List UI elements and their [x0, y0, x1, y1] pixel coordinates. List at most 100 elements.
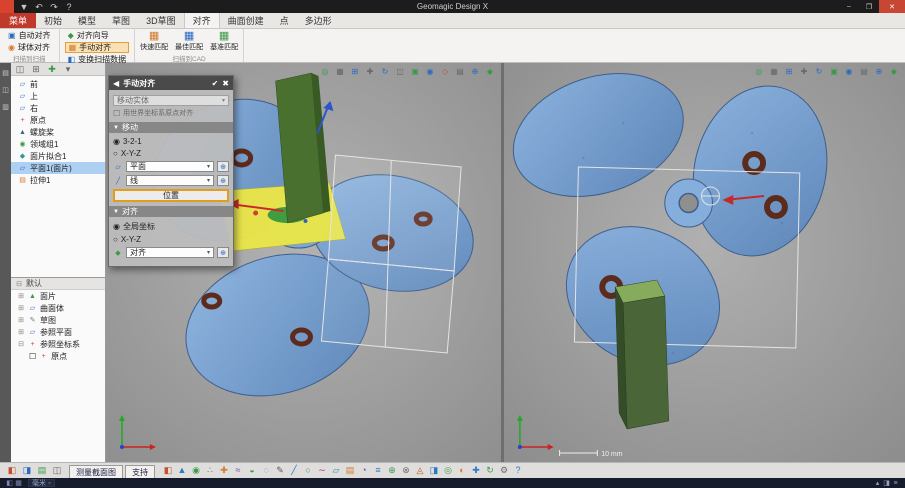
plane-select[interactable]: 平面▾ [126, 161, 214, 172]
snapshot-icon[interactable]: ◆ [484, 66, 496, 78]
layout-icon[interactable]: ▤ [454, 66, 466, 78]
viewport-left[interactable]: ◎▦⊞✚↻◫▣◉◇▤⊕◆ ◀ 手动对齐 ✔ ✖ 移动实体▾ ☐ 用世界坐标系原点… [106, 63, 504, 462]
zoom-fit-icon[interactable]: ⊞ [349, 66, 361, 78]
radio-321[interactable]: ◉ [113, 137, 120, 146]
pick-line-button[interactable]: ⊕ [217, 175, 229, 186]
auto-align-button[interactable]: ▣自动对齐 [5, 30, 54, 41]
align-entity-select[interactable]: 对齐▾ [126, 247, 214, 258]
layer-item-mesh[interactable]: ⊞▲面片 [11, 290, 105, 302]
status-info-icon[interactable]: ◧ [5, 479, 14, 488]
panel-toggle-icon[interactable]: ◨ [882, 479, 891, 488]
confirm-icon[interactable]: ✔ [212, 79, 219, 88]
back-icon[interactable]: ◀ [113, 79, 119, 88]
expand-up-icon[interactable]: ▴ [873, 479, 882, 488]
smooth-icon[interactable]: ≈ [232, 464, 244, 476]
layer-item-origin[interactable]: ☐+原点 [11, 350, 105, 362]
rotate-view-icon[interactable]: ↻ [379, 66, 391, 78]
surface-icon[interactable]: ▱ [330, 464, 342, 476]
shade-mode-icon[interactable]: ▣ [828, 66, 840, 78]
viewport-right[interactable]: 10 mm ◎▦⊞✚↻▣◉▤⊕◆ [504, 63, 905, 462]
spline-icon[interactable]: ∼ [316, 464, 328, 476]
grid-icon[interactable]: ▦ [768, 66, 780, 78]
deviation-icon[interactable]: ◨ [428, 464, 440, 476]
tab-measure-section-view[interactable]: 测量截面图 [69, 465, 123, 478]
target-icon[interactable]: ◉ [424, 66, 436, 78]
viewport2-canvas[interactable]: 10 mm [504, 63, 905, 462]
layer-item-surface-body[interactable]: ⊞▱曲面体 [11, 302, 105, 314]
reference-box-green[interactable] [615, 280, 669, 429]
sketch-icon[interactable]: ✎ [274, 464, 286, 476]
face-quality-icon[interactable]: ◧ [162, 464, 174, 476]
panel-add-icon[interactable]: ✚ [46, 63, 58, 75]
unit-select[interactable]: 毫米▾ [28, 479, 55, 487]
flag-icon[interactable]: ◇ [439, 66, 451, 78]
tree-item-region-group[interactable]: ◉领域组1 [11, 138, 105, 150]
revolve-icon[interactable]: ◔ [358, 464, 370, 476]
dock-tree-icon[interactable]: ▤ [0, 68, 12, 80]
dock-help-icon[interactable]: ▥ [0, 102, 12, 114]
align-wizard-button[interactable]: ◆对齐向导 [65, 30, 130, 41]
boundary-icon[interactable]: ◌ [260, 464, 272, 476]
manual-align-button[interactable]: ▦手动对齐 [65, 42, 130, 53]
add-view-icon[interactable]: ⊕ [873, 66, 885, 78]
cancel-icon[interactable]: ✖ [222, 79, 229, 88]
panel-expand-icon[interactable]: ⊞ [30, 63, 42, 75]
zoom-fit-icon[interactable]: ⊞ [783, 66, 795, 78]
camera-icon[interactable]: ◫ [51, 464, 63, 476]
note-icon[interactable]: ▤ [36, 464, 48, 476]
position-button[interactable]: 位置 [113, 189, 229, 202]
align-section-header[interactable]: ▼对齐 [109, 206, 233, 217]
tree-item-extrude1[interactable]: ▤拉伸1 [11, 174, 105, 186]
status-grid-icon[interactable]: ▦ [14, 479, 23, 488]
healing-icon[interactable]: ✚ [218, 464, 230, 476]
tree-item-mesh-fit[interactable]: ◆面片拟合1 [11, 150, 105, 162]
layout-icon[interactable]: ▤ [858, 66, 870, 78]
tree-item-origin[interactable]: +原点 [11, 114, 105, 126]
tab-alignment[interactable]: 对齐 [184, 12, 220, 28]
tab-support[interactable]: 支持 [125, 465, 155, 478]
tree-item-top-plane[interactable]: ▱上 [11, 90, 105, 102]
move-entity-select[interactable]: 移动实体▾ [113, 95, 229, 106]
move-section-header[interactable]: ▼移动 [109, 122, 233, 133]
pick-align-button[interactable]: ⊕ [217, 247, 229, 258]
tab-3d-sketch[interactable]: 3D草图 [138, 13, 184, 28]
layer-item-sketch[interactable]: ⊞✎草图 [11, 314, 105, 326]
radio-global-coords[interactable]: ◉ [113, 222, 120, 231]
boolean-icon[interactable]: ⊕ [386, 464, 398, 476]
help-tool-icon[interactable]: ? [512, 464, 524, 476]
tree-item-right-plane[interactable]: ▱右 [11, 102, 105, 114]
origin-checkbox[interactable]: ☐ [29, 352, 36, 361]
panel-list-icon[interactable]: ◫ [14, 63, 26, 75]
best-fit-button[interactable]: ▦最佳匹配 [175, 31, 203, 52]
point-cloud-icon[interactable]: ∴ [204, 464, 216, 476]
tab-surface-create[interactable]: 曲面创建 [220, 13, 272, 28]
pick-plane-button[interactable]: ⊕ [217, 161, 229, 172]
line-icon[interactable]: ╱ [288, 464, 300, 476]
pan-icon[interactable]: ✚ [364, 66, 376, 78]
settings-icon[interactable]: ⚙ [498, 464, 510, 476]
panel-filter-icon[interactable]: ▾ [62, 63, 74, 75]
measure-icon[interactable]: ◬ [414, 464, 426, 476]
tab-polygons[interactable]: 多边形 [297, 13, 340, 28]
tree-item-front-plane[interactable]: ▱前 [11, 78, 105, 90]
target-align-icon[interactable]: ◎ [442, 464, 454, 476]
sphere-align-button[interactable]: ◉球体对齐 [5, 42, 54, 53]
trim-icon[interactable]: ⊗ [400, 464, 412, 476]
loft-icon[interactable]: ≡ [372, 464, 384, 476]
mesh-icon[interactable]: ▲ [176, 464, 188, 476]
snapshot-icon[interactable]: ◆ [888, 66, 900, 78]
split-view-icon[interactable]: ◫ [394, 66, 406, 78]
radio-move-xyz[interactable]: ○ [113, 149, 118, 158]
extrude-icon[interactable]: ▤ [344, 464, 356, 476]
pan-icon[interactable]: ✚ [798, 66, 810, 78]
tab-points[interactable]: 点 [272, 13, 297, 28]
add-view-icon[interactable]: ⊕ [469, 66, 481, 78]
target-icon[interactable]: ◉ [843, 66, 855, 78]
view-mode-icon[interactable]: ◐ [456, 464, 468, 476]
region-icon[interactable]: ◉ [190, 464, 202, 476]
menu-tab[interactable]: 菜单 [0, 12, 36, 28]
rotate-tool-icon[interactable]: ↻ [484, 464, 496, 476]
section-icon[interactable]: ◧ [6, 464, 18, 476]
rotate-view-icon[interactable]: ↻ [813, 66, 825, 78]
dialog-header[interactable]: ◀ 手动对齐 ✔ ✖ [109, 76, 233, 90]
